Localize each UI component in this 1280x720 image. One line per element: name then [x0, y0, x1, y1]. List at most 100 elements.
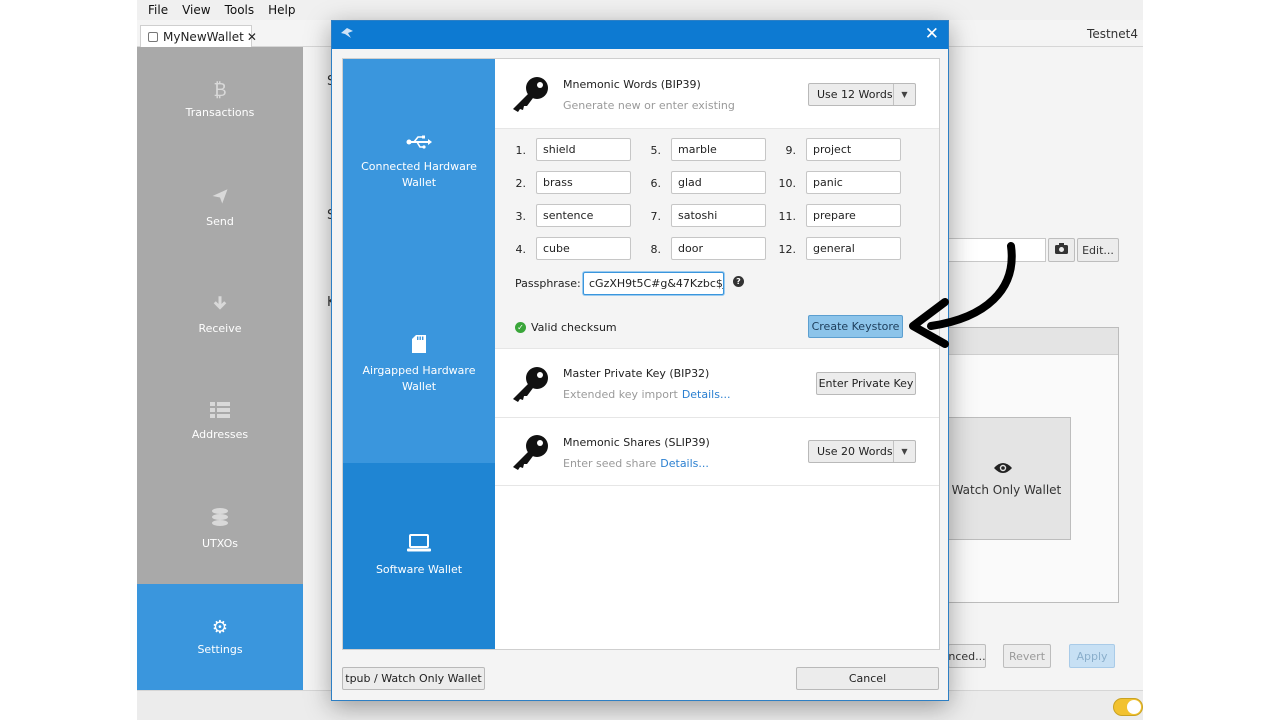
sidebar-item-utxos[interactable]: UTXOs	[137, 475, 303, 582]
sidebar-item-transactions[interactable]: ₿ Transactions	[137, 47, 303, 154]
wallet-tab-icon	[148, 32, 158, 42]
passphrase-label: Passphrase:	[515, 277, 581, 290]
word-number: 3.	[515, 210, 527, 223]
passphrase-input[interactable]: cGzXH9t5C#g&47Kzbc$JL	[583, 272, 724, 295]
apply-button[interactable]: Apply	[1069, 644, 1115, 668]
menu-bar: File View Tools Help	[137, 0, 1143, 20]
eye-icon	[993, 460, 1013, 479]
theme-toggle[interactable]	[1113, 698, 1143, 716]
word-number: 11.	[778, 210, 797, 223]
help-icon[interactable]: ?	[733, 276, 744, 287]
wallet-tab[interactable]: MyNewWallet ✕	[140, 25, 257, 47]
edit-button[interactable]: Edit...	[1077, 238, 1119, 262]
shares-subtitle-text: Enter seed share	[563, 457, 657, 470]
software-wallet-options: Mnemonic Words (BIP39) Generate new or e…	[495, 59, 939, 649]
dialog-body: Connected Hardware Wallet Airgapped Hard…	[342, 58, 940, 650]
checksum-status: Valid checksum	[531, 321, 617, 334]
dialog-title-bar: ✕	[332, 21, 948, 49]
sidebar-item-label: Transactions	[185, 106, 255, 119]
word-input-6[interactable]: glad	[671, 171, 766, 194]
word-input-9[interactable]: project	[806, 138, 901, 161]
word-number: 9.	[785, 144, 797, 157]
advanced-button[interactable]: nced...	[948, 644, 986, 668]
shares-subtitle: Enter seed share Details...	[563, 457, 709, 470]
revert-button[interactable]: Revert	[1003, 644, 1051, 668]
master-key-title: Master Private Key (BIP32)	[563, 367, 710, 380]
sidebar-item-settings[interactable]: ⚙ Settings	[137, 584, 303, 691]
mnemonic-words-grid: 1. shield 2. brass 3. sentence 4. cube 5…	[495, 129, 939, 349]
mnemonic-subtitle: Generate new or enter existing	[563, 99, 735, 112]
annotation-arrow-icon	[909, 242, 1016, 348]
send-icon	[211, 187, 229, 209]
word-number: 5.	[650, 144, 662, 157]
sidebar-item-label: Receive	[198, 322, 242, 335]
cancel-button[interactable]: Cancel	[796, 667, 939, 690]
word-input-10[interactable]: panic	[806, 171, 901, 194]
word-number: 8.	[650, 243, 662, 256]
key-icon	[513, 77, 548, 112]
mnemonic-words-section: Mnemonic Words (BIP39) Generate new or e…	[495, 59, 939, 129]
share-word-count-value: Use 20 Words	[817, 445, 893, 458]
master-key-details-link[interactable]: Details...	[682, 388, 731, 401]
chevron-down-icon: ▼	[893, 441, 915, 462]
sidebar-item-addresses[interactable]: Addresses	[137, 368, 303, 475]
dialog-close-icon[interactable]: ✕	[925, 24, 939, 44]
master-private-key-section: Master Private Key (BIP32) Extended key …	[495, 349, 939, 418]
addresses-icon	[210, 402, 230, 422]
receive-icon	[211, 294, 229, 316]
word-input-1[interactable]: shield	[536, 138, 631, 161]
word-input-4[interactable]: cube	[536, 237, 631, 260]
word-count-value: Use 12 Words	[817, 88, 893, 101]
source-software-wallet[interactable]: Software Wallet	[343, 463, 495, 649]
menu-file[interactable]: File	[148, 3, 168, 17]
menu-tools[interactable]: Tools	[225, 3, 255, 17]
word-number: 10.	[778, 177, 797, 190]
sidebar-item-label: Settings	[197, 643, 243, 656]
word-number: 2.	[515, 177, 527, 190]
word-input-5[interactable]: marble	[671, 138, 766, 161]
word-input-12[interactable]: general	[806, 237, 901, 260]
word-number: 12.	[778, 243, 797, 256]
bitcoin-icon: ₿	[213, 80, 227, 101]
app-icon	[341, 28, 353, 41]
word-input-7[interactable]: satoshi	[671, 204, 766, 227]
menu-view[interactable]: View	[182, 3, 210, 17]
create-keystore-button[interactable]: Create Keystore	[808, 315, 903, 338]
sidebar-item-send[interactable]: Send	[137, 154, 303, 261]
source-label: Connected Hardware Wallet	[361, 160, 477, 189]
share-word-count-select[interactable]: Use 20 Words ▼	[808, 440, 916, 463]
word-count-select[interactable]: Use 12 Words ▼	[808, 83, 916, 106]
source-connected-hardware-wallet[interactable]: Connected Hardware Wallet	[343, 135, 495, 191]
camera-button[interactable]	[1048, 238, 1075, 262]
word-input-8[interactable]: door	[671, 237, 766, 260]
chevron-down-icon: ▼	[893, 84, 915, 105]
key-icon	[513, 435, 548, 470]
sidebar-item-label: Send	[206, 215, 234, 228]
tpub-watch-only-button[interactable]: tpub / Watch Only Wallet	[342, 667, 485, 690]
sd-card-icon	[412, 335, 426, 357]
keystore-source-panel: Connected Hardware Wallet Airgapped Hard…	[343, 59, 495, 649]
utxos-icon	[210, 507, 230, 531]
source-airgapped-hardware-wallet[interactable]: Airgapped Hardware Wallet	[343, 335, 495, 395]
word-input-2[interactable]: brass	[536, 171, 631, 194]
mnemonic-title: Mnemonic Words (BIP39)	[563, 78, 701, 91]
word-input-11[interactable]: prepare	[806, 204, 901, 227]
enter-private-key-button[interactable]: Enter Private Key	[816, 372, 916, 395]
sidebar-item-receive[interactable]: Receive	[137, 261, 303, 368]
sidebar-item-label: Addresses	[191, 428, 249, 441]
sidebar: ₿ Transactions Send Receive Addresses UT…	[137, 47, 303, 691]
shares-title: Mnemonic Shares (SLIP39)	[563, 436, 710, 449]
word-input-3[interactable]: sentence	[536, 204, 631, 227]
word-number: 1.	[515, 144, 527, 157]
mnemonic-shares-section: Mnemonic Shares (SLIP39) Enter seed shar…	[495, 418, 939, 486]
master-key-subtitle-text: Extended key import	[563, 388, 678, 401]
background-watch-only-card[interactable]: / Watch Only Wallet	[934, 417, 1071, 540]
watch-only-label: / Watch Only Wallet	[943, 483, 1062, 497]
checkmark-icon: ✓	[515, 322, 526, 333]
shares-details-link[interactable]: Details...	[660, 457, 709, 470]
menu-help[interactable]: Help	[268, 3, 295, 17]
wallet-tab-close-icon[interactable]: ✕	[247, 30, 257, 44]
gear-icon: ⚙	[211, 617, 229, 638]
sidebar-item-label: UTXOs	[202, 537, 238, 550]
master-key-subtitle: Extended key import Details...	[563, 388, 730, 401]
